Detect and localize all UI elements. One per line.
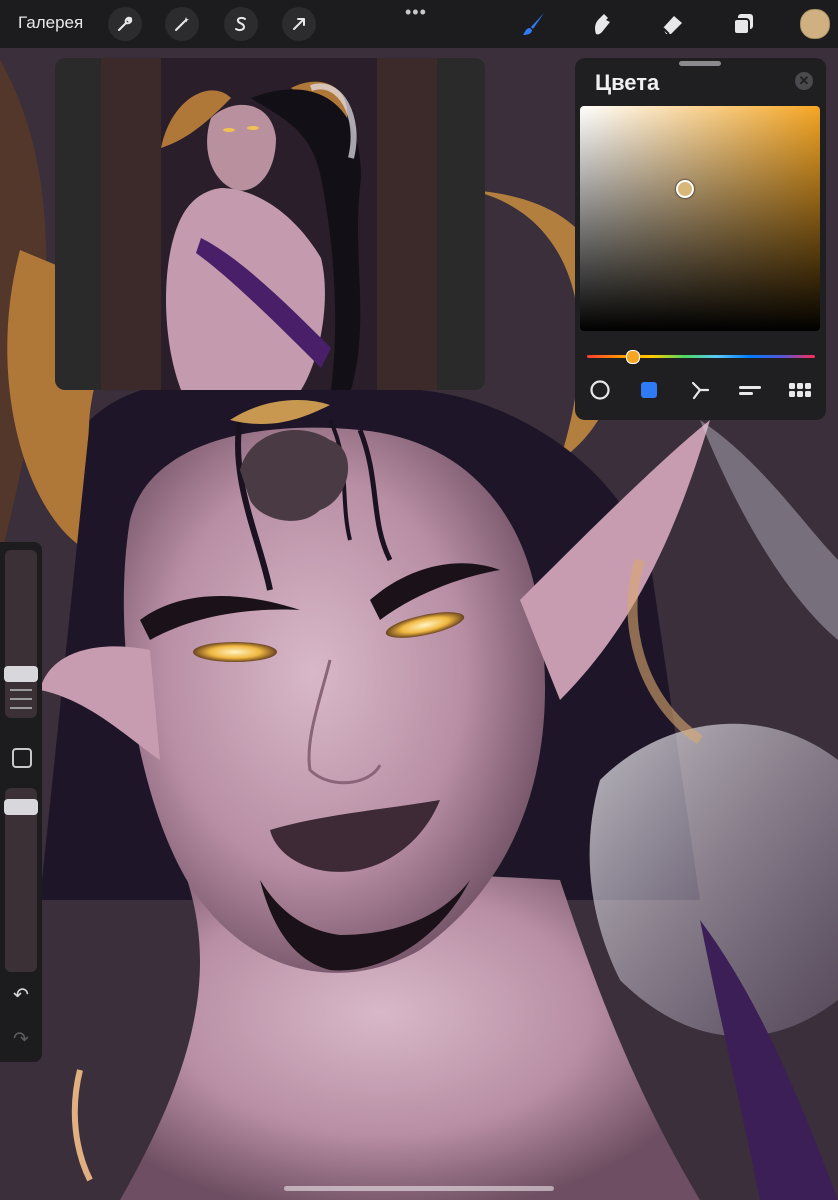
value-mode-icon[interactable] (736, 378, 764, 402)
colors-panel: Цвета ✕ (575, 58, 826, 420)
undo-icon[interactable]: ↶ (9, 984, 33, 1006)
reference-artwork-thumbnail (101, 58, 437, 390)
home-indicator (284, 1186, 554, 1191)
saturation-brightness-picker[interactable] (580, 106, 820, 331)
disc-mode-icon[interactable] (586, 378, 614, 402)
colors-panel-title: Цвета (595, 70, 660, 95)
colors-drag-handle[interactable] (679, 61, 721, 66)
more-options-icon[interactable]: ••• (405, 2, 427, 23)
redo-icon[interactable]: ↷ (9, 1028, 33, 1050)
current-color-swatch[interactable] (800, 9, 830, 39)
wrench-icon[interactable] (108, 7, 142, 41)
eraser-icon[interactable] (656, 8, 688, 40)
close-icon[interactable]: ✕ (795, 72, 813, 90)
color-picker-knob[interactable] (676, 180, 694, 198)
reference-window[interactable] (55, 58, 485, 390)
brush-icon[interactable] (518, 8, 550, 40)
layers-icon[interactable] (727, 8, 759, 40)
smudge-icon[interactable] (586, 8, 618, 40)
hue-slider[interactable] (587, 355, 815, 358)
hue-slider-knob[interactable] (626, 350, 640, 364)
brush-size-thumb[interactable] (4, 666, 38, 682)
gallery-button[interactable]: Галерея (18, 13, 83, 33)
palettes-mode-icon[interactable] (786, 378, 814, 402)
top-toolbar: Галерея ••• (0, 0, 838, 48)
brush-opacity-slider[interactable] (5, 788, 37, 972)
brush-size-grip-icon (10, 689, 32, 709)
brush-opacity-thumb[interactable] (4, 799, 38, 815)
magic-wand-icon[interactable] (165, 7, 199, 41)
harmony-mode-icon[interactable] (686, 378, 714, 402)
classic-mode-icon[interactable] (635, 378, 663, 402)
modifier-button[interactable] (12, 748, 32, 768)
left-sidebar: ↶ ↷ (0, 542, 42, 1062)
transform-arrow-icon[interactable] (282, 7, 316, 41)
selection-s-icon[interactable] (224, 7, 258, 41)
